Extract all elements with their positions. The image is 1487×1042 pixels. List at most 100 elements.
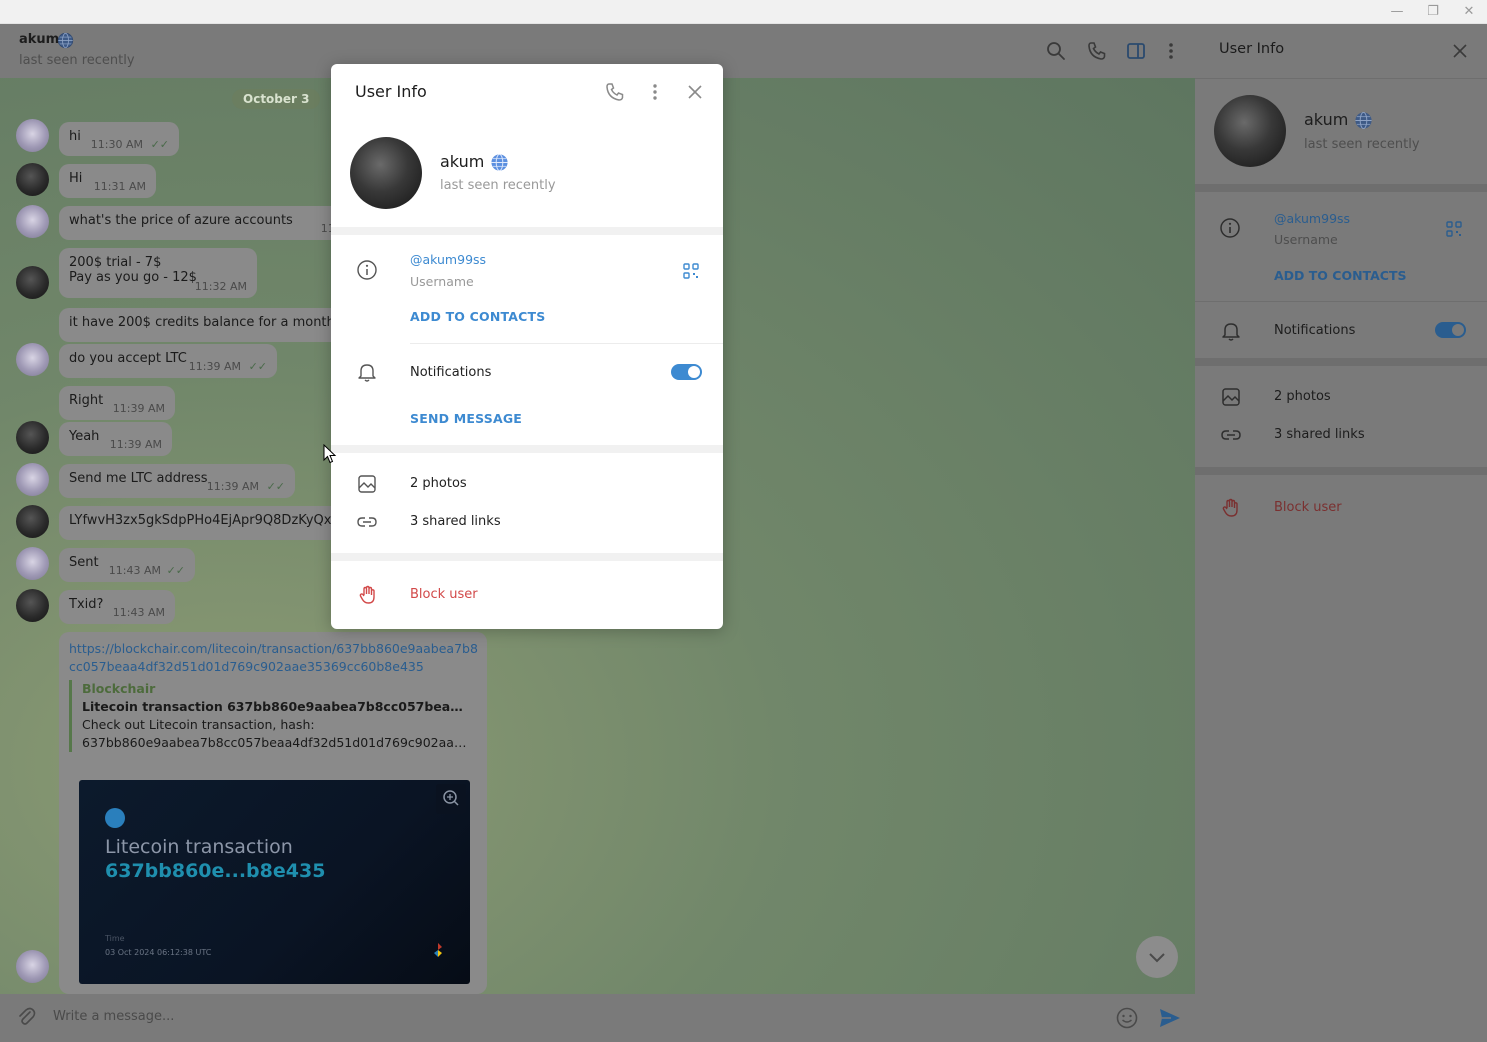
avatar[interactable]	[16, 505, 49, 538]
read-check-icon: ✓✓	[166, 564, 185, 577]
message-bubble[interactable]: do you accept LTC 11:39 AM ✓✓	[59, 344, 277, 378]
avatar[interactable]	[16, 421, 49, 454]
more-options-icon[interactable]	[644, 81, 666, 103]
message-bubble[interactable]: Txid? 11:43 AM	[59, 590, 175, 624]
message-bubble[interactable]: Yeah 11:39 AM	[59, 422, 172, 456]
send-icon[interactable]	[1158, 1006, 1182, 1030]
message-bubble[interactable]: hi 11:30 AM ✓✓	[59, 122, 179, 156]
message-text: Txid?	[69, 597, 104, 612]
section-separator	[331, 445, 723, 453]
qr-code-icon[interactable]	[682, 262, 700, 280]
message-text: hi	[69, 129, 81, 144]
message-time: 11:39 AM	[188, 360, 241, 373]
notifications-toggle[interactable]	[671, 364, 702, 380]
globe-badge-icon	[57, 32, 74, 49]
photos-item[interactable]: 2 photos	[410, 476, 467, 491]
message-link[interactable]: https://blockchair.com/litecoin/transact…	[69, 640, 479, 676]
add-to-contacts-button[interactable]: ADD TO CONTACTS	[410, 309, 545, 324]
message-text: LYfwvH3zx5gkSdpPHo4EjApr9Q8DzKyQxV	[69, 513, 341, 528]
message-bubble[interactable]: what's the price of azure accounts 11:31…	[59, 206, 373, 240]
preview-image-title: Litecoin transaction	[105, 836, 293, 858]
litecoin-logo-icon	[105, 808, 125, 828]
divider	[410, 343, 723, 344]
message-bubble[interactable]: Send me LTC address 11:39 AM ✓✓	[59, 464, 295, 498]
block-user-button[interactable]: Block user	[410, 587, 478, 602]
message-bubble[interactable]: Right 11:39 AM	[59, 386, 175, 420]
message-text: Sent	[69, 555, 99, 570]
avatar[interactable]	[16, 163, 49, 196]
message-bubble[interactable]: Hi 11:31 AM	[59, 164, 156, 198]
info-icon	[357, 260, 377, 280]
globe-badge-icon	[1355, 111, 1372, 130]
avatar[interactable]	[16, 205, 49, 238]
emoji-icon[interactable]	[1115, 1006, 1139, 1030]
message-text: Right	[69, 393, 104, 408]
sidebar-toggle-icon[interactable]	[1125, 40, 1147, 62]
chevron-down-icon	[1149, 953, 1165, 963]
notifications-label: Notifications	[410, 365, 492, 380]
user-info-modal: User Info akum last seen recently @akum9…	[331, 64, 723, 629]
message-bubble[interactable]: Sent 11:43 AM ✓✓	[59, 548, 195, 582]
divider	[1195, 78, 1487, 79]
avatar[interactable]	[16, 547, 49, 580]
message-text: Yeah	[69, 429, 100, 444]
username-link[interactable]: @akum99ss	[1274, 211, 1350, 226]
link-preview[interactable]: Blockchair Litecoin transaction 637bb860…	[69, 680, 471, 752]
block-hand-icon	[1222, 498, 1238, 517]
profile-name: akum	[440, 152, 485, 171]
preview-description: Check out Litecoin transaction, hash:	[82, 717, 315, 732]
close-icon[interactable]	[684, 81, 706, 103]
attach-icon[interactable]	[15, 1006, 37, 1028]
restore-button[interactable]: ❐	[1418, 2, 1448, 22]
username-link[interactable]: @akum99ss	[410, 252, 486, 267]
preview-image[interactable]: Litecoin transaction 637bb860e...b8e435 …	[79, 780, 470, 984]
avatar[interactable]	[16, 463, 49, 496]
send-message-button[interactable]: SEND MESSAGE	[410, 411, 522, 426]
message-bubble[interactable]: LYfwvH3zx5gkSdpPHo4EjApr9Q8DzKyQxV	[59, 506, 359, 540]
window-titlebar: — ❐ ✕	[0, 0, 1487, 24]
profile-avatar[interactable]	[1214, 95, 1286, 167]
minimize-button[interactable]: —	[1382, 2, 1412, 22]
section-separator	[1195, 467, 1487, 475]
message-input[interactable]: Write a message...	[53, 1009, 174, 1024]
bell-icon	[358, 364, 376, 382]
toggle-knob	[1452, 324, 1464, 336]
zoom-button[interactable]	[436, 784, 466, 814]
phone-icon[interactable]	[1086, 40, 1108, 62]
read-check-icon: ✓✓	[266, 480, 285, 493]
notifications-toggle[interactable]	[1435, 322, 1466, 338]
preview-image-time-value: 03 Oct 2024 06:12:38 UTC	[105, 948, 212, 957]
message-time: 11:39 AM	[112, 402, 165, 415]
search-icon[interactable]	[1045, 40, 1067, 62]
qr-code-icon[interactable]	[1445, 220, 1463, 238]
chat-peer-name[interactable]: akum	[19, 32, 59, 47]
link-message-bubble[interactable]: https://blockchair.com/litecoin/transact…	[59, 632, 487, 994]
shared-links-item[interactable]: 3 shared links	[410, 514, 501, 529]
photo-icon	[1222, 388, 1240, 406]
avatar[interactable]	[16, 343, 49, 376]
message-bubble[interactable]: 200$ trial - 7$ Pay as you go - 12$ 11:3…	[59, 248, 257, 298]
close-icon[interactable]	[1449, 40, 1471, 62]
link-icon	[357, 517, 377, 527]
phone-icon[interactable]	[604, 81, 626, 103]
more-options-icon[interactable]	[1160, 40, 1182, 62]
message-text: do you accept LTC	[69, 351, 187, 366]
photos-item[interactable]: 2 photos	[1274, 389, 1331, 404]
block-user-button[interactable]: Block user	[1274, 500, 1342, 515]
message-time: 11:30 AM	[90, 138, 143, 151]
avatar[interactable]	[16, 266, 49, 299]
profile-avatar[interactable]	[350, 137, 422, 209]
avatar[interactable]	[16, 119, 49, 152]
add-to-contacts-button[interactable]: ADD TO CONTACTS	[1274, 268, 1406, 283]
close-window-button[interactable]: ✕	[1454, 2, 1484, 22]
avatar[interactable]	[16, 950, 49, 983]
message-text: what's the price of azure accounts	[69, 213, 293, 228]
username-label: Username	[1274, 232, 1338, 247]
message-composer[interactable]: Write a message...	[0, 994, 1195, 1042]
section-separator	[1195, 358, 1487, 366]
message-bubble[interactable]: it have 200$ credits balance for a month…	[59, 308, 376, 342]
divider	[1195, 301, 1487, 302]
scroll-down-button[interactable]	[1136, 936, 1178, 978]
shared-links-item[interactable]: 3 shared links	[1274, 427, 1365, 442]
avatar[interactable]	[16, 589, 49, 622]
